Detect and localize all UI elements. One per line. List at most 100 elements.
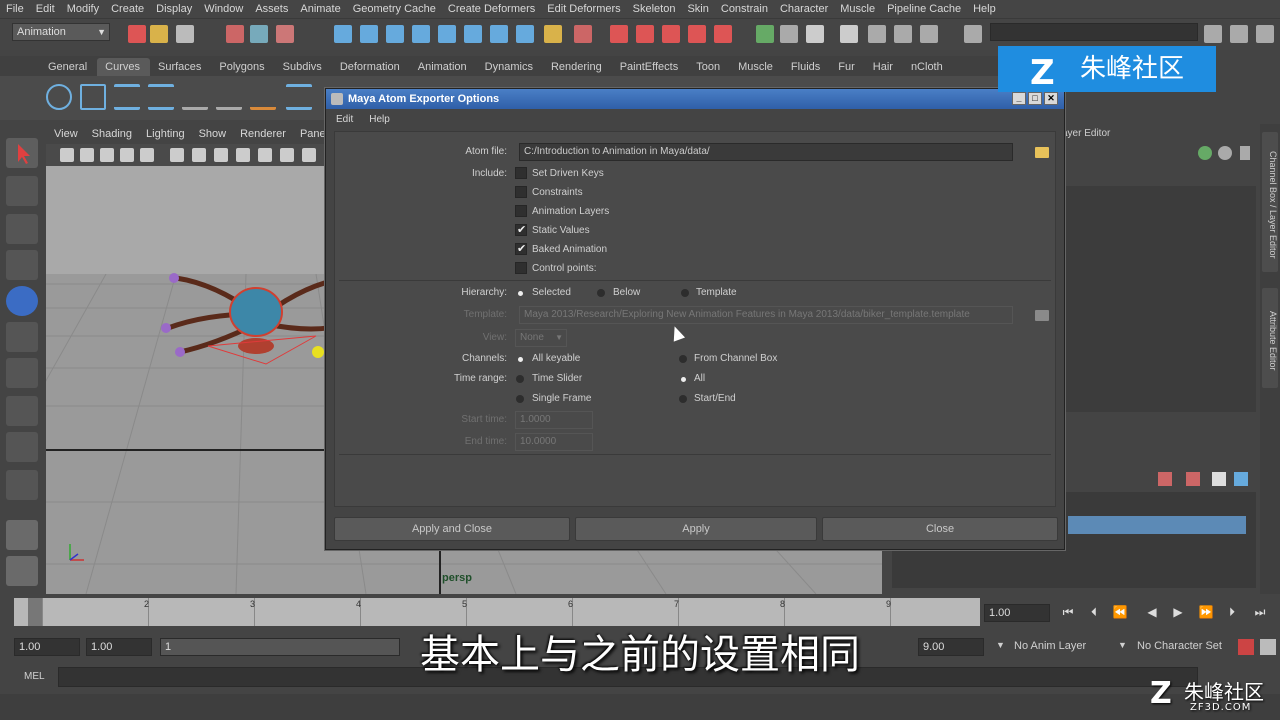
menu-skin[interactable]: Skin <box>687 3 708 15</box>
attribute-editor-toggle-icon[interactable] <box>1204 25 1222 43</box>
layer-anim-icon[interactable] <box>1234 472 1248 486</box>
snap-grid-icon[interactable] <box>334 25 352 43</box>
soft-mod-tool-icon[interactable] <box>6 396 38 426</box>
open-scene-icon[interactable] <box>150 25 168 43</box>
vp-menu-lighting[interactable]: Lighting <box>146 128 185 140</box>
snap-live-icon[interactable] <box>438 25 456 43</box>
shelf-tab-ncloth[interactable]: nCloth <box>903 58 953 76</box>
start-time-input[interactable]: 1.0000 <box>515 411 593 429</box>
menu-constrain[interactable]: Constrain <box>721 3 768 15</box>
menu-window[interactable]: Window <box>204 3 243 15</box>
channel-box-toggle-icon[interactable] <box>1256 25 1274 43</box>
tab-attribute-editor[interactable]: Attribute Editor <box>1262 288 1278 388</box>
close-button[interactable]: Close <box>822 517 1058 541</box>
move-tool-icon[interactable] <box>6 250 38 280</box>
play-backward-icon[interactable]: ◀ <box>1144 605 1160 621</box>
menu-animate[interactable]: Animate <box>300 3 340 15</box>
vp-menu-shading[interactable]: Shading <box>92 128 132 140</box>
pencil-curve-icon[interactable] <box>182 84 208 110</box>
menu-display[interactable]: Display <box>156 3 192 15</box>
dialog-titlebar[interactable]: Maya Atom Exporter Options _ □ ✕ <box>326 89 1064 109</box>
set-driven-keys-checkbox[interactable] <box>515 167 527 179</box>
layer-options-icon[interactable] <box>1212 472 1226 486</box>
last-tool-icon[interactable] <box>6 470 38 500</box>
shelf-tab-muscle[interactable]: Muscle <box>730 58 783 76</box>
vp-menu-renderer[interactable]: Renderer <box>240 128 286 140</box>
menu-character[interactable]: Character <box>780 3 828 15</box>
menu-create-deformers[interactable]: Create Deformers <box>448 3 535 15</box>
baked-animation-checkbox[interactable] <box>515 242 527 255</box>
tab-channel-box[interactable]: Channel Box / Layer Editor <box>1262 132 1278 272</box>
magnet-icon[interactable] <box>544 25 562 43</box>
text-curve-icon[interactable] <box>286 84 312 110</box>
static-values-checkbox[interactable] <box>515 223 527 236</box>
camera-attr-icon[interactable] <box>80 148 94 162</box>
apply-and-close-button[interactable]: Apply and Close <box>334 517 570 541</box>
layout-single-icon[interactable] <box>6 520 38 550</box>
step-back-icon[interactable]: ⏴ <box>1086 605 1102 621</box>
save-scene-icon[interactable] <box>176 25 194 43</box>
menu-edit[interactable]: Edit <box>36 3 55 15</box>
shelf-tab-hair[interactable]: Hair <box>865 58 903 76</box>
input-ops-icon[interactable] <box>574 25 592 43</box>
panel-toggle-icon[interactable] <box>964 25 982 43</box>
select-tool-icon[interactable] <box>6 138 38 168</box>
control-points-checkbox[interactable] <box>515 262 527 274</box>
select-hierarchy-icon[interactable] <box>226 25 244 43</box>
bookmark-icon[interactable] <box>100 148 114 162</box>
bezier-curve-icon[interactable] <box>250 84 276 110</box>
vp-menu-show[interactable]: Show <box>199 128 227 140</box>
snap-curve-icon[interactable] <box>360 25 378 43</box>
channel-box-icon[interactable] <box>894 25 912 43</box>
paint-select-tool-icon[interactable] <box>6 214 38 244</box>
quick-select-field[interactable] <box>990 23 1198 41</box>
vp-menu-view[interactable]: View <box>54 128 78 140</box>
hypershade-icon[interactable] <box>688 25 706 43</box>
shelf-tab-polygons[interactable]: Polygons <box>211 58 274 76</box>
hierarchy-template-radio[interactable] <box>681 289 689 297</box>
shelf-tab-general[interactable]: General <box>40 58 97 76</box>
menu-pipeline-cache[interactable]: Pipeline Cache <box>887 3 961 15</box>
shelf-tab-curves[interactable]: Curves <box>97 58 150 76</box>
layout-outliner-icon[interactable] <box>6 556 38 586</box>
selected-layer-row[interactable] <box>1068 516 1246 534</box>
step-forward-key-icon[interactable]: ⏩ <box>1198 605 1214 621</box>
shelf-tab-dynamics[interactable]: Dynamics <box>477 58 543 76</box>
layer-icon[interactable] <box>1218 146 1232 160</box>
go-to-start-icon[interactable]: ⏮ <box>1060 605 1076 621</box>
layout-icon[interactable] <box>806 25 824 43</box>
lasso-tool-icon[interactable] <box>6 176 38 206</box>
image-plane-icon[interactable] <box>120 148 134 162</box>
isolate-select-icon[interactable] <box>280 148 294 162</box>
menu-skeleton[interactable]: Skeleton <box>633 3 676 15</box>
time-range-all-radio[interactable] <box>681 377 686 382</box>
shelf-tab-deformation[interactable]: Deformation <box>332 58 410 76</box>
play-forward-icon[interactable]: ▶ <box>1170 605 1186 621</box>
pen-icon[interactable] <box>1240 146 1250 160</box>
atom-file-input[interactable]: C:/Introduction to Animation in Maya/dat… <box>519 143 1013 161</box>
rename-icon[interactable] <box>780 25 798 43</box>
render-frame-icon[interactable] <box>610 25 628 43</box>
step-back-key-icon[interactable]: ⏪ <box>1112 605 1128 621</box>
menu-geometry-cache[interactable]: Geometry Cache <box>353 3 436 15</box>
animation-layers-checkbox[interactable] <box>515 205 527 217</box>
render-view-icon[interactable] <box>714 25 732 43</box>
shelf-tab-rendering[interactable]: Rendering <box>543 58 612 76</box>
input-box-icon[interactable] <box>756 25 774 43</box>
time-range-start-end-radio[interactable] <box>679 395 687 403</box>
ep-curve-icon[interactable] <box>114 84 140 110</box>
menu-modify[interactable]: Modify <box>67 3 99 15</box>
script-editor-icon[interactable] <box>840 25 858 43</box>
menu-edit-deformers[interactable]: Edit Deformers <box>547 3 620 15</box>
end-time-input[interactable]: 10.0000 <box>515 433 593 451</box>
square-curve-icon[interactable] <box>80 84 106 110</box>
go-to-end-icon[interactable]: ⏭ <box>1252 605 1268 621</box>
xray-icon[interactable] <box>302 148 316 162</box>
manipulator-tool-icon[interactable] <box>6 358 38 388</box>
step-forward-icon[interactable]: ⏵ <box>1224 605 1240 621</box>
arc-tool-icon[interactable] <box>216 84 242 110</box>
new-layer-icon[interactable] <box>1158 472 1172 486</box>
time-range-single-frame-radio[interactable] <box>516 395 524 403</box>
template-folder-icon[interactable] <box>1035 310 1049 321</box>
scale-tool-icon[interactable] <box>6 322 38 352</box>
